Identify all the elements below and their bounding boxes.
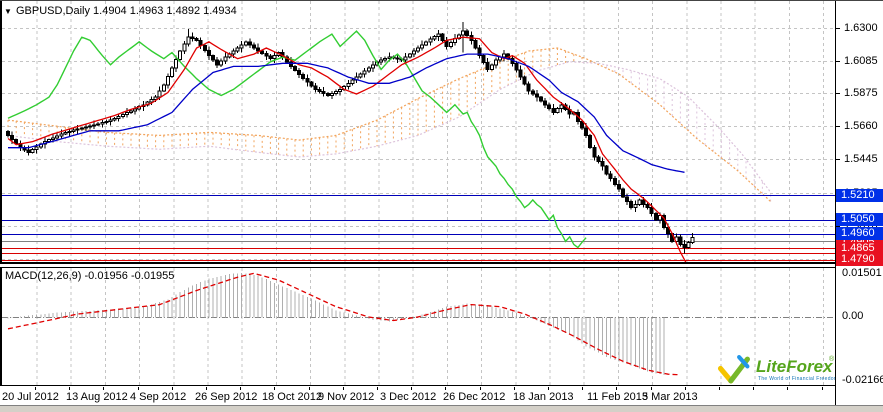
price-tick-label: 1.6300 [844, 22, 878, 34]
date-tick-mark [719, 387, 720, 390]
date-label: 11 Feb 2013 [587, 391, 648, 403]
price-tick-mark [836, 28, 840, 29]
kijun-sen-line [8, 54, 685, 172]
candlestick-plot[interactable] [2, 1, 836, 262]
date-label: 4 Sep 2012 [130, 391, 186, 403]
date-tick-mark [172, 387, 173, 390]
date-tick-mark [240, 387, 241, 390]
macd-signal-line [8, 273, 680, 375]
chart-dropdown-arrow-icon[interactable]: ▼ [4, 7, 12, 16]
date-tick-mark [753, 387, 754, 390]
price-tick-label: 1.5445 [844, 153, 878, 165]
date-tick-mark [480, 387, 481, 390]
date-label: 18 Jan 2013 [513, 391, 574, 403]
candles [7, 22, 695, 253]
liteforex-tagline: The World of Financial Freedom [758, 376, 838, 382]
date-tick-mark [445, 387, 446, 390]
price-tick-mark [836, 61, 840, 62]
date-tick-mark [343, 387, 344, 390]
price-tick-mark [836, 93, 840, 94]
price-level-badge: 1.5050 [836, 213, 883, 226]
date-tick-mark [138, 387, 139, 390]
date-tick-mark [685, 387, 686, 390]
macd-grid [2, 268, 836, 385]
date-tick-mark [651, 387, 652, 390]
date-tick-mark [822, 387, 823, 390]
date-label: 18 Oct 2012 [262, 391, 322, 403]
date-tick-mark [206, 387, 207, 390]
date-tick-mark [411, 387, 412, 390]
price-level-badge: 1.4790 [836, 253, 883, 266]
window-bottom-strip [0, 405, 883, 412]
price-tick-mark [836, 126, 840, 127]
price-tick-label: 1.6085 [844, 55, 878, 67]
date-label: 20 Jul 2012 [2, 391, 59, 403]
macd-scale-min: -0.02166 [842, 374, 883, 386]
price-tick-label: 1.5875 [844, 87, 878, 99]
main-grid [2, 1, 836, 262]
tenkan-sen-line [8, 37, 689, 262]
price-chart-panel[interactable] [0, 1, 836, 264]
macd-plot[interactable] [2, 268, 836, 385]
date-tick-mark [377, 387, 378, 390]
macd-signal-value: -0.01955 [131, 270, 174, 282]
price-level-badge: 1.4960 [836, 227, 883, 240]
date-tick-mark [582, 387, 583, 390]
date-tick-mark [787, 387, 788, 390]
registered-mark: ® [829, 356, 834, 363]
macd-indicator-label: MACD(12,26,9) -0.01956 -0.01955 [5, 270, 174, 282]
price-tick-label: 1.5660 [844, 120, 878, 132]
macd-scale-zero: 0.00 [842, 310, 863, 322]
date-tick-mark [309, 387, 310, 390]
liteforex-logo-icon [716, 354, 754, 385]
date-axis[interactable]: 20 Jul 2012 13 Aug 20124 Sep 2012 26 Sep 2… [0, 387, 883, 405]
date-label: 13 Aug 2012 [66, 391, 128, 403]
date-tick-mark [103, 387, 104, 390]
date-tick-mark [69, 387, 70, 390]
macd-panel[interactable] [0, 267, 836, 386]
date-tick-mark [548, 387, 549, 390]
date-tick-mark [274, 387, 275, 390]
price-level-lines [2, 196, 836, 261]
macd-main-value: -0.01956 [84, 270, 127, 282]
date-label: 26 Sep 2012 [195, 391, 257, 403]
ohlc-values-label: 1.4904 1.4963 1.4892 1.4934 [93, 5, 237, 17]
ichimoku-cloud [8, 48, 771, 202]
date-label: 3 Dec 2012 [380, 391, 436, 403]
price-tick-mark [836, 159, 840, 160]
symbol-period-label: GBPUSD,Daily [16, 5, 90, 17]
date-tick-mark [514, 387, 515, 390]
price-level-badge: 1.5210 [836, 189, 883, 202]
macd-name: MACD(12,26,9) [5, 270, 81, 282]
chart-title: GBPUSD,Daily 1.4904 1.4963 1.4892 1.4934 [16, 5, 237, 17]
date-label: 9 Nov 2012 [318, 391, 374, 403]
macd-histogram [8, 273, 664, 375]
date-label: 5 Mar 2013 [642, 391, 698, 403]
mt4-chart-window: ▼ GBPUSD,Daily 1.4904 1.4963 1.4892 1.49… [0, 0, 883, 412]
date-label: 26 Dec 2012 [443, 391, 505, 403]
liteforex-logo: LiteForex ® The World of Financial Freed… [716, 354, 834, 385]
date-tick-mark [616, 387, 617, 390]
price-axis[interactable]: 0.01501 0.00 -0.02166 1.6300 1.6085 1.5875… [836, 1, 883, 405]
date-tick-mark [35, 387, 36, 390]
liteforex-wordmark: LiteForex [756, 357, 833, 377]
macd-scale-max: 0.01501 [842, 267, 882, 279]
